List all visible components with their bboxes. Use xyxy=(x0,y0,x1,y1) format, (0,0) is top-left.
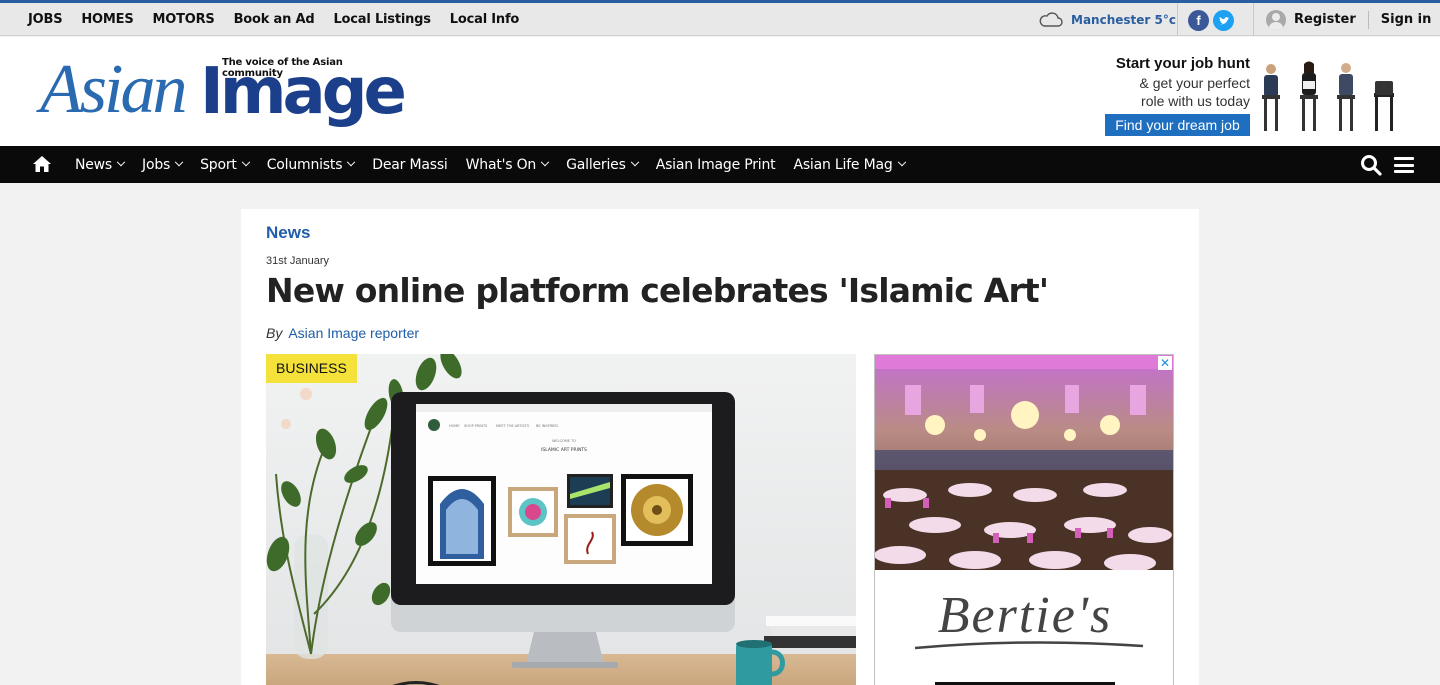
divider xyxy=(1177,3,1178,36)
utility-link-homes[interactable]: HOMES xyxy=(81,12,133,27)
social-links: f xyxy=(1188,10,1234,31)
screen-nav-shop-prints: SHOP PRINTS xyxy=(464,424,488,428)
user-avatar-icon xyxy=(1266,9,1286,30)
nav-item-label: Dear Massi xyxy=(372,156,448,173)
masthead: Asian Image The voice of the Asian commu… xyxy=(0,37,1440,146)
nav-item-sport[interactable]: Sport xyxy=(200,156,250,173)
job-hunt-ad[interactable]: Start your job hunt & get your perfect r… xyxy=(1104,53,1400,137)
main-navigation: News Jobs Sport Columnists Dear Massi Wh… xyxy=(0,146,1440,183)
job-ad-line-3: role with us today xyxy=(1141,93,1250,109)
cloud-icon xyxy=(1039,12,1063,27)
ad-brand: Bertie's xyxy=(938,587,1112,644)
utility-link-local-info[interactable]: Local Info xyxy=(450,12,520,27)
twitter-icon[interactable] xyxy=(1213,10,1234,31)
article-headline: New online platform celebrates 'Islamic … xyxy=(266,271,1049,310)
section-label[interactable]: News xyxy=(266,223,310,243)
nav-item-asian-image-print[interactable]: Asian Image Print xyxy=(656,157,776,173)
ballroom-photo xyxy=(875,355,1173,572)
register-link[interactable]: Register xyxy=(1294,12,1356,27)
chevron-down-icon xyxy=(241,157,250,166)
nav-item-news[interactable]: News xyxy=(75,156,126,173)
facebook-icon[interactable]: f xyxy=(1188,10,1209,31)
nav-item-galleries[interactable]: Galleries xyxy=(566,156,639,173)
author-link[interactable]: Asian Image reporter xyxy=(288,325,419,341)
hero-image[interactable]: HOME SHOP PRINTS MEET THE ARTISTS BE INS… xyxy=(266,354,856,685)
nav-item-label: Asian Image Print xyxy=(655,156,776,173)
chevron-down-icon xyxy=(630,157,639,166)
hamburger-menu-icon[interactable] xyxy=(1394,157,1414,173)
screen-welcome: WELCOME TO xyxy=(552,439,576,443)
nav-item-label: Jobs xyxy=(142,156,171,173)
nav-item-dear-massi[interactable]: Dear Massi xyxy=(372,156,448,173)
advertisement[interactable]: ✕ Bertie's xyxy=(874,354,1174,685)
account-area: Register Sign in xyxy=(1266,3,1431,36)
top-utility-bar: JOBS HOMES MOTORS Book an Ad Local Listi… xyxy=(0,0,1440,36)
job-seekers-illustration xyxy=(1262,61,1394,131)
site-logo[interactable]: Asian Image The voice of the Asian commu… xyxy=(40,51,407,133)
utility-link-motors[interactable]: MOTORS xyxy=(153,12,215,27)
nav-menu: News Jobs Sport Columnists Dear Massi Wh… xyxy=(75,146,923,183)
logo-tagline: The voice of the Asian community xyxy=(222,57,343,79)
nav-item-label: What's On xyxy=(465,156,537,173)
article-byline: By Asian Image reporter xyxy=(266,325,419,341)
chevron-down-icon xyxy=(116,157,126,166)
berties-logo: Bertie's xyxy=(914,587,1144,685)
find-dream-job-button[interactable]: Find your dream job xyxy=(1105,114,1250,136)
utility-link-jobs[interactable]: JOBS xyxy=(28,12,63,27)
nav-tools xyxy=(1360,154,1414,176)
byline-prefix: By xyxy=(266,325,283,341)
screen-nav-be-inspired: BE INSPIRED xyxy=(536,424,558,428)
chevron-down-icon xyxy=(347,157,356,166)
nav-item-asian-life-mag[interactable]: Asian Life Mag xyxy=(793,156,906,173)
utility-links: JOBS HOMES MOTORS Book an Ad Local Listi… xyxy=(28,3,519,36)
screen-nav-home: HOME xyxy=(449,424,460,428)
utility-link-local-listings[interactable]: Local Listings xyxy=(333,12,431,27)
job-ad-line-2: & get your perfect xyxy=(1139,75,1250,91)
home-icon[interactable] xyxy=(32,155,52,173)
signin-link[interactable]: Sign in xyxy=(1381,12,1432,27)
nav-item-label: News xyxy=(75,156,113,173)
job-ad-line-1: Start your job hunt xyxy=(1115,55,1250,72)
weather-text: Manchester 5°c xyxy=(1071,12,1176,27)
logo-word-asian: Asian xyxy=(40,51,187,128)
chevron-down-icon xyxy=(540,157,550,166)
nav-item-label: Sport xyxy=(200,156,237,173)
chevron-down-icon xyxy=(897,157,906,166)
nav-item-jobs[interactable]: Jobs xyxy=(142,156,184,173)
divider xyxy=(1253,3,1254,36)
nav-item-label: Asian Life Mag xyxy=(793,156,893,173)
utility-link-book-an-ad[interactable]: Book an Ad xyxy=(234,12,315,27)
category-badge[interactable]: BUSINESS xyxy=(266,354,357,383)
search-icon[interactable] xyxy=(1360,154,1382,176)
article-date: 31st January xyxy=(266,255,329,267)
screen-site-title: ISLAMIC ART PRINTS xyxy=(541,447,587,453)
screen-nav-meet-the-artists: MEET THE ARTISTS xyxy=(496,424,530,428)
close-icon[interactable]: ✕ xyxy=(1158,356,1172,370)
twitter-bird-icon xyxy=(1218,16,1229,24)
weather-widget[interactable]: Manchester 5°c xyxy=(1038,3,1176,36)
nav-item-label: Galleries xyxy=(566,156,626,173)
nav-item-whats-on[interactable]: What's On xyxy=(465,156,550,173)
nav-item-columnists[interactable]: Columnists xyxy=(266,156,356,173)
desk-computer-photo: HOME SHOP PRINTS MEET THE ARTISTS BE INS… xyxy=(266,354,856,685)
divider xyxy=(1367,10,1369,29)
article-card: News 31st January New online platform ce… xyxy=(241,209,1199,685)
chevron-down-icon xyxy=(174,157,184,166)
nav-item-label: Columnists xyxy=(266,156,343,173)
